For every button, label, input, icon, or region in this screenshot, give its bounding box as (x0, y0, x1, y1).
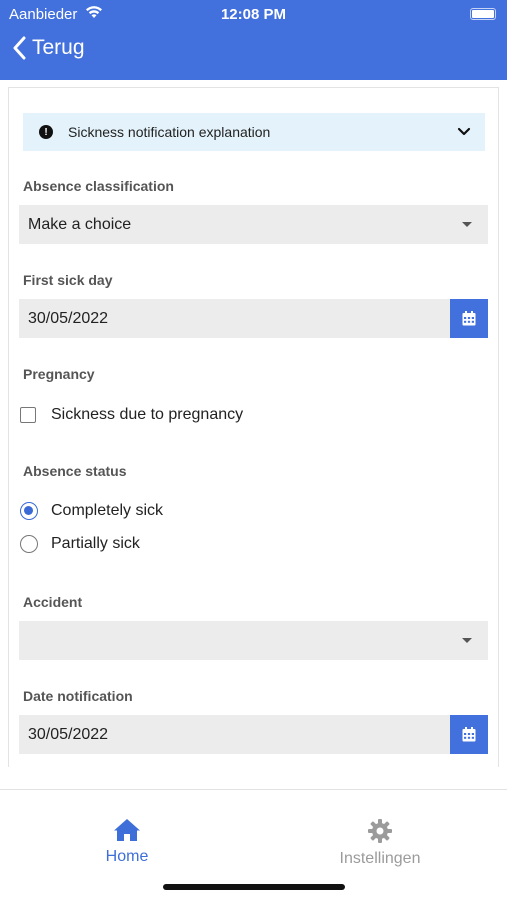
info-accordion-title: Sickness notification explanation (68, 124, 271, 140)
date-notification-label: Date notification (23, 688, 133, 704)
status-bar: Aanbieder 12:08 PM (0, 0, 507, 28)
app-header: Aanbieder 12:08 PM Terug (0, 0, 507, 80)
first-sick-day-field[interactable]: 30/05/2022 (19, 299, 488, 338)
battery-icon (470, 8, 496, 20)
tab-instellingen[interactable]: Instellingen (310, 818, 450, 868)
absence-classification-label: Absence classification (23, 178, 174, 194)
gear-icon (368, 819, 392, 843)
home-indicator (163, 884, 345, 890)
date-notification-calendar-button[interactable] (450, 715, 488, 754)
date-notification-field[interactable]: 30/05/2022 (19, 715, 488, 754)
radio-button[interactable] (20, 535, 38, 553)
clock: 12:08 PM (220, 6, 287, 23)
pregnancy-label: Pregnancy (23, 366, 95, 382)
radio-completely-sick[interactable]: Completely sick (20, 502, 163, 520)
pregnancy-checkbox-row[interactable]: Sickness due to pregnancy (20, 406, 243, 424)
first-sick-day-value: 30/05/2022 (28, 309, 109, 327)
calendar-icon (462, 311, 476, 326)
radio-partially-sick[interactable]: Partially sick (20, 535, 140, 553)
back-button[interactable]: Terug (12, 36, 85, 60)
chevron-down-icon (457, 127, 471, 136)
absence-classification-value: Make a choice (28, 215, 132, 233)
form-card: ! Sickness notification explanation Abse… (8, 87, 499, 767)
radio-completely-sick-label: Completely sick (51, 502, 164, 519)
pregnancy-checkbox[interactable] (20, 407, 36, 423)
calendar-icon (462, 727, 476, 742)
first-sick-day-label: First sick day (23, 272, 113, 288)
accident-label: Accident (23, 594, 83, 610)
date-notification-value: 30/05/2022 (28, 725, 109, 743)
tab-home[interactable]: Home (57, 818, 197, 866)
info-icon: ! (39, 125, 53, 139)
dropdown-caret-icon (462, 638, 472, 643)
radio-button-selected[interactable] (20, 502, 38, 520)
back-label: Terug (32, 36, 85, 59)
chevron-left-icon (13, 36, 26, 60)
accident-select[interactable] (19, 621, 488, 660)
dropdown-caret-icon (462, 222, 472, 227)
absence-status-label: Absence status (23, 463, 127, 479)
home-icon (114, 819, 140, 841)
tab-instellingen-label: Instellingen (339, 850, 421, 867)
radio-partially-sick-label: Partially sick (51, 535, 140, 552)
tab-home-label: Home (105, 848, 149, 865)
absence-classification-select[interactable]: Make a choice (19, 205, 488, 244)
pregnancy-checkbox-label: Sickness due to pregnancy (51, 406, 244, 423)
info-accordion[interactable]: ! Sickness notification explanation (23, 113, 485, 151)
first-sick-day-calendar-button[interactable] (450, 299, 488, 338)
